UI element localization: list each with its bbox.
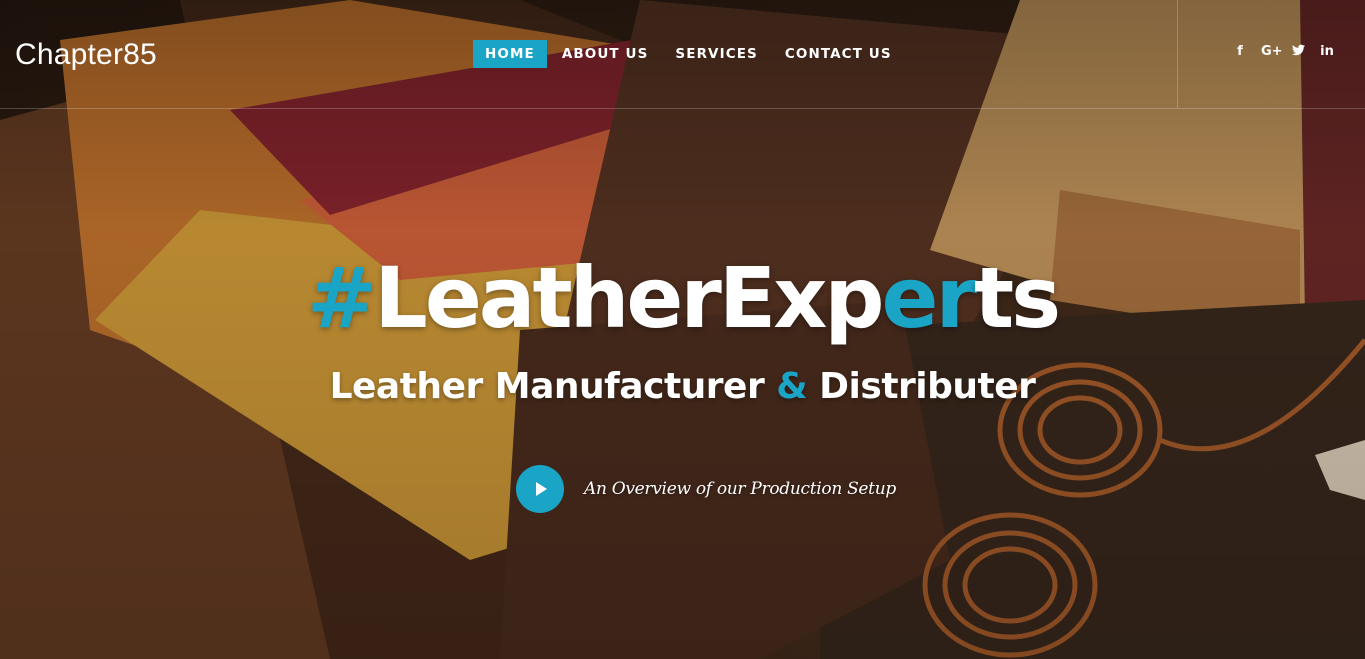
- site-logo[interactable]: Chapter85: [15, 38, 157, 72]
- headline-main: LeatherExp: [374, 249, 884, 347]
- headline-tail: ts: [973, 249, 1061, 347]
- play-video-button[interactable]: [516, 465, 564, 513]
- google-plus-icon[interactable]: G+: [1261, 44, 1283, 60]
- site-header: Chapter85 HOME ABOUT US SERVICES CONTACT…: [0, 0, 1365, 109]
- video-cta: An Overview of our Production Setup: [516, 465, 896, 513]
- twitter-bird-glyph: [1291, 44, 1305, 56]
- nav-item-home[interactable]: HOME: [473, 40, 547, 68]
- subline-ampersand: &: [776, 366, 808, 407]
- header-divider: [1177, 0, 1178, 108]
- nav-item-services[interactable]: SERVICES: [663, 40, 769, 68]
- linkedin-icon[interactable]: in: [1319, 44, 1335, 60]
- headline-accent: er: [881, 249, 977, 347]
- social-links: f G+ in: [1232, 44, 1335, 60]
- subline-part3: Distributer: [807, 366, 1036, 407]
- play-icon: [536, 482, 547, 496]
- nav-item-about-us[interactable]: ABOUT US: [550, 40, 661, 68]
- hero-headline: #LeatherExperts: [0, 248, 1365, 348]
- hero-subline: Leather Manufacturer & Distributer: [0, 366, 1365, 407]
- headline-hash: #: [306, 249, 377, 347]
- main-nav: HOME ABOUT US SERVICES CONTACT US: [473, 40, 907, 68]
- video-caption[interactable]: An Overview of our Production Setup: [584, 479, 896, 499]
- nav-item-contact-us[interactable]: CONTACT US: [773, 40, 904, 68]
- facebook-icon[interactable]: f: [1232, 44, 1248, 60]
- subline-part1: Leather Manufacturer: [329, 366, 777, 407]
- twitter-icon[interactable]: [1290, 44, 1306, 60]
